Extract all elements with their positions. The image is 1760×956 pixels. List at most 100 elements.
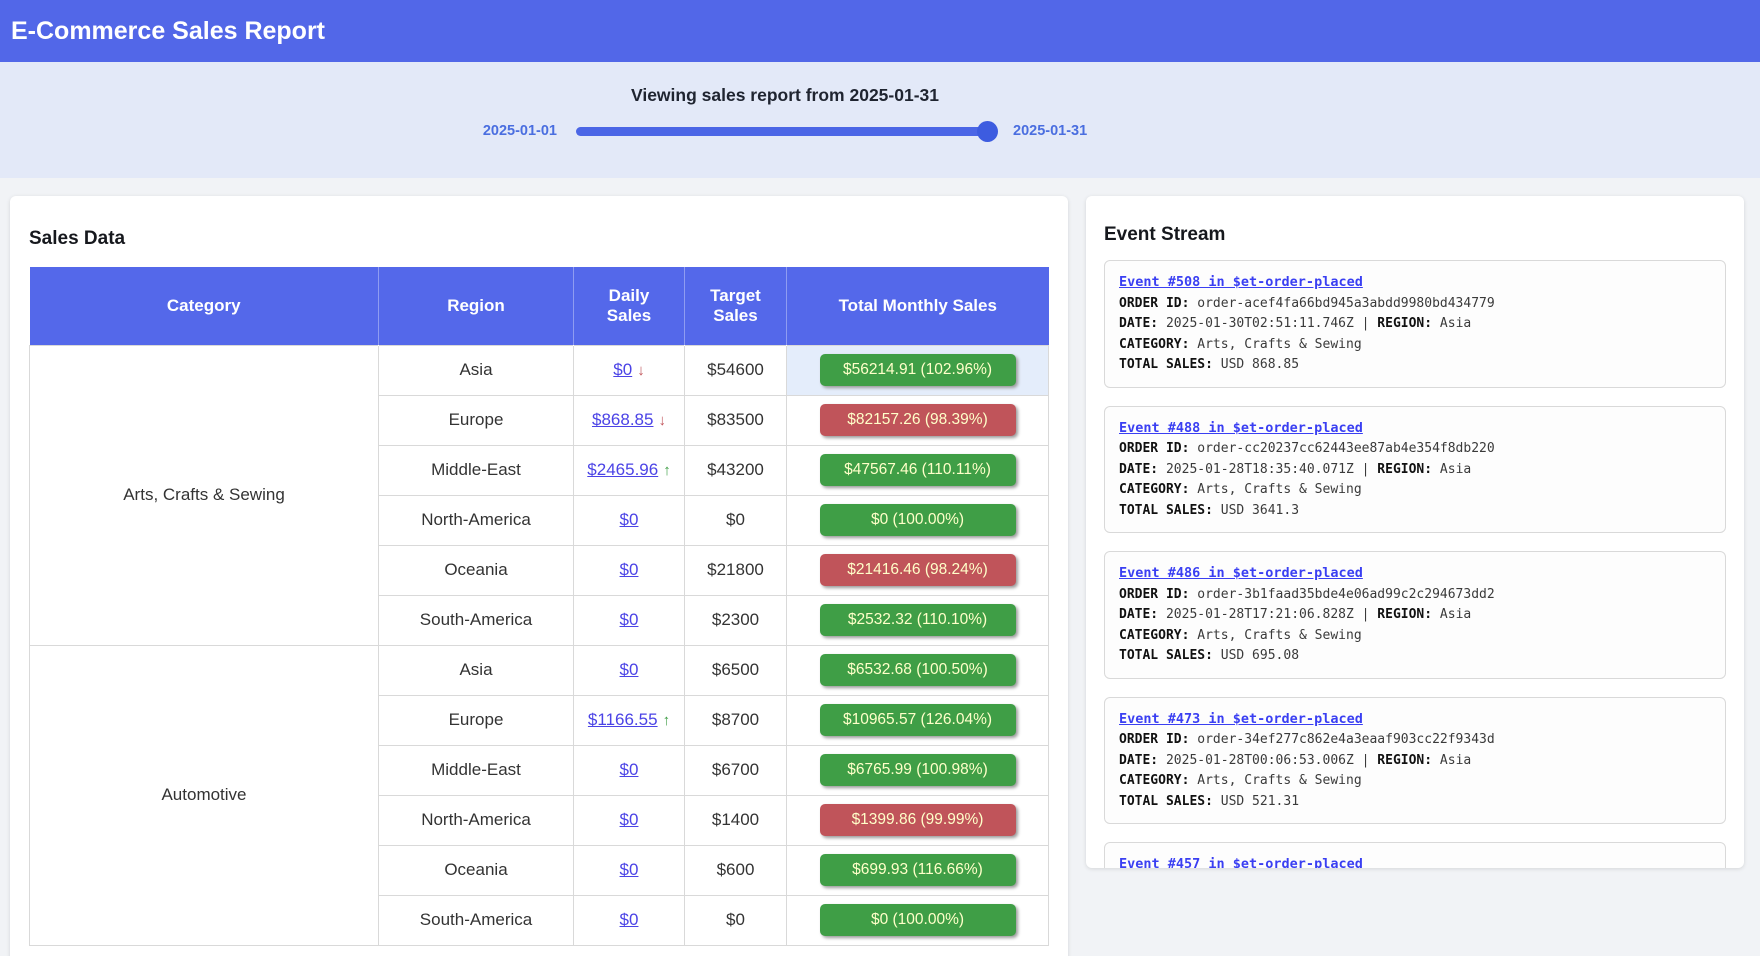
region-cell: Asia: [379, 345, 574, 395]
daily-sales-link[interactable]: $0: [620, 860, 639, 879]
trend-down-icon: ↓: [637, 362, 645, 379]
event-title-line: Event #488 in $et-order-placed: [1119, 418, 1711, 440]
date-label: DATE:: [1119, 607, 1158, 622]
daily-sales-link[interactable]: $0: [620, 560, 639, 579]
daily-sales-link[interactable]: $0: [620, 610, 639, 629]
event-title-line: Event #457 in $et-order-placed: [1119, 854, 1711, 868]
daily-sales-cell: $0: [574, 795, 685, 845]
event-card: Event #488 in $et-order-placed ORDER ID: …: [1104, 406, 1726, 534]
total-sales-badge: $47567.46 (110.11%): [820, 454, 1016, 486]
target-sales-cell: $8700: [685, 695, 787, 745]
column-header-total-monthly-sales: Total Monthly Sales: [787, 267, 1049, 345]
event-card: Event #457 in $et-order-placedORDER ID: …: [1104, 842, 1726, 868]
column-header-region: Region: [379, 267, 574, 345]
event-order-id-line: ORDER ID: order-3b1faad35bde4e06ad99c2c2…: [1119, 585, 1711, 606]
target-sales-cell: $6500: [685, 645, 787, 695]
daily-sales-cell: $1166.55↑: [574, 695, 685, 745]
date-range-slider[interactable]: [576, 127, 994, 136]
daily-sales-cell: $0 ↓: [574, 345, 685, 395]
app-header: E-Commerce Sales Report: [0, 0, 1760, 62]
event-order-id-line: ORDER ID: order-cc20237cc62443ee87ab4e35…: [1119, 439, 1711, 460]
daily-sales-link[interactable]: $0: [620, 910, 639, 929]
daily-sales-cell: $0: [574, 545, 685, 595]
target-sales-cell: $600: [685, 845, 787, 895]
total-sales-badge: $699.93 (116.66%): [820, 854, 1016, 886]
target-sales-cell: $0: [685, 495, 787, 545]
total-sales-badge: $6765.99 (100.98%): [820, 754, 1016, 786]
order-id-label: ORDER ID:: [1119, 441, 1189, 456]
event-card: Event #508 in $et-order-placed ORDER ID: …: [1104, 260, 1726, 388]
region-cell: Europe: [379, 395, 574, 445]
daily-sales-cell: $868.85 ↓: [574, 395, 685, 445]
category-cell: Automotive: [30, 645, 379, 945]
target-sales-cell: $83500: [685, 395, 787, 445]
daily-sales-link[interactable]: $0: [620, 510, 639, 529]
event-total-sales-line: TOTAL SALES: USD 521.31: [1119, 792, 1711, 813]
daily-sales-cell: $0: [574, 895, 685, 945]
event-total-sales-line: TOTAL SALES: USD 695.08: [1119, 646, 1711, 667]
event-order-id-line: ORDER ID: order-acef4fa66bd945a3abdd9980…: [1119, 294, 1711, 315]
target-sales-cell: $6700: [685, 745, 787, 795]
total-monthly-sales-cell: $21416.46 (98.24%): [787, 545, 1049, 595]
total-monthly-sales-cell: $6532.68 (100.50%): [787, 645, 1049, 695]
category-label: CATEGORY:: [1119, 773, 1189, 788]
event-order-id-line: ORDER ID: order-34ef277c862e4a3eaaf903cc…: [1119, 730, 1711, 751]
daily-sales-cell: $0: [574, 595, 685, 645]
target-sales-cell: $0: [685, 895, 787, 945]
total-sales-label: TOTAL SALES:: [1119, 357, 1213, 372]
daily-sales-link[interactable]: $0: [620, 660, 639, 679]
daily-sales-cell: $0: [574, 645, 685, 695]
region-cell: North-America: [379, 495, 574, 545]
total-monthly-sales-cell: $82157.26 (98.39%): [787, 395, 1049, 445]
total-monthly-sales-cell: $2532.32 (110.10%): [787, 595, 1049, 645]
region-cell: Europe: [379, 695, 574, 745]
region-cell: Asia: [379, 645, 574, 695]
region-label: REGION:: [1377, 316, 1432, 331]
category-label: CATEGORY:: [1119, 482, 1189, 497]
column-header-target-sales: Target Sales: [685, 267, 787, 345]
total-sales-label: TOTAL SALES:: [1119, 794, 1213, 809]
sales-table: Category Region Daily Sales Target Sales…: [29, 267, 1049, 946]
region-cell: Middle-East: [379, 745, 574, 795]
target-sales-cell: $43200: [685, 445, 787, 495]
daily-sales-link[interactable]: $0: [620, 810, 639, 829]
total-monthly-sales-cell: $10965.57 (126.04%): [787, 695, 1049, 745]
total-monthly-sales-cell: $0 (100.00%): [787, 495, 1049, 545]
total-sales-badge: $0 (100.00%): [820, 904, 1016, 936]
target-sales-cell: $54600: [685, 345, 787, 395]
event-category-line: CATEGORY: Arts, Crafts & Sewing: [1119, 626, 1711, 647]
category-label: CATEGORY:: [1119, 337, 1189, 352]
event-link[interactable]: Event #486 in $et-order-placed: [1119, 565, 1363, 581]
total-monthly-sales-cell: $47567.46 (110.11%): [787, 445, 1049, 495]
daily-sales-link[interactable]: $1166.55: [588, 710, 658, 729]
order-id-label: ORDER ID:: [1119, 296, 1189, 311]
table-row: AutomotiveAsia$0$6500$6532.68 (100.50%): [30, 645, 1049, 695]
daily-sales-link[interactable]: $0: [613, 360, 632, 379]
event-date-region-line: DATE: 2025-01-30T02:51:11.746Z | REGION:…: [1119, 314, 1711, 335]
event-card: Event #473 in $et-order-placed ORDER ID: …: [1104, 697, 1726, 825]
order-id-label: ORDER ID:: [1119, 587, 1189, 602]
target-sales-cell: $21800: [685, 545, 787, 595]
slider-knob[interactable]: [977, 121, 998, 142]
daily-sales-link[interactable]: $0: [620, 760, 639, 779]
trend-down-icon: ↓: [658, 412, 666, 429]
slider-end-date: 2025-01-31: [1013, 123, 1087, 139]
total-monthly-sales-cell: $0 (100.00%): [787, 895, 1049, 945]
event-link[interactable]: Event #473 in $et-order-placed: [1119, 711, 1363, 727]
event-link[interactable]: Event #457 in $et-order-placed: [1119, 856, 1363, 868]
date-label: DATE:: [1119, 316, 1158, 331]
total-monthly-sales-cell: $1399.86 (99.99%): [787, 795, 1049, 845]
total-sales-badge: $2532.32 (110.10%): [820, 604, 1016, 636]
event-link[interactable]: Event #488 in $et-order-placed: [1119, 420, 1363, 436]
total-sales-label: TOTAL SALES:: [1119, 503, 1213, 518]
daily-sales-link[interactable]: $2465.96: [587, 460, 658, 479]
date-label: DATE:: [1119, 753, 1158, 768]
event-link[interactable]: Event #508 in $et-order-placed: [1119, 274, 1363, 290]
event-title-line: Event #508 in $et-order-placed: [1119, 272, 1711, 294]
region-label: REGION:: [1377, 607, 1432, 622]
region-cell: South-America: [379, 895, 574, 945]
date-filter-section: Viewing sales report from 2025-01-31 202…: [0, 62, 1760, 178]
slider-start-date: 2025-01-01: [483, 123, 557, 139]
daily-sales-link[interactable]: $868.85: [592, 410, 653, 429]
event-total-sales-line: TOTAL SALES: USD 3641.3: [1119, 501, 1711, 522]
